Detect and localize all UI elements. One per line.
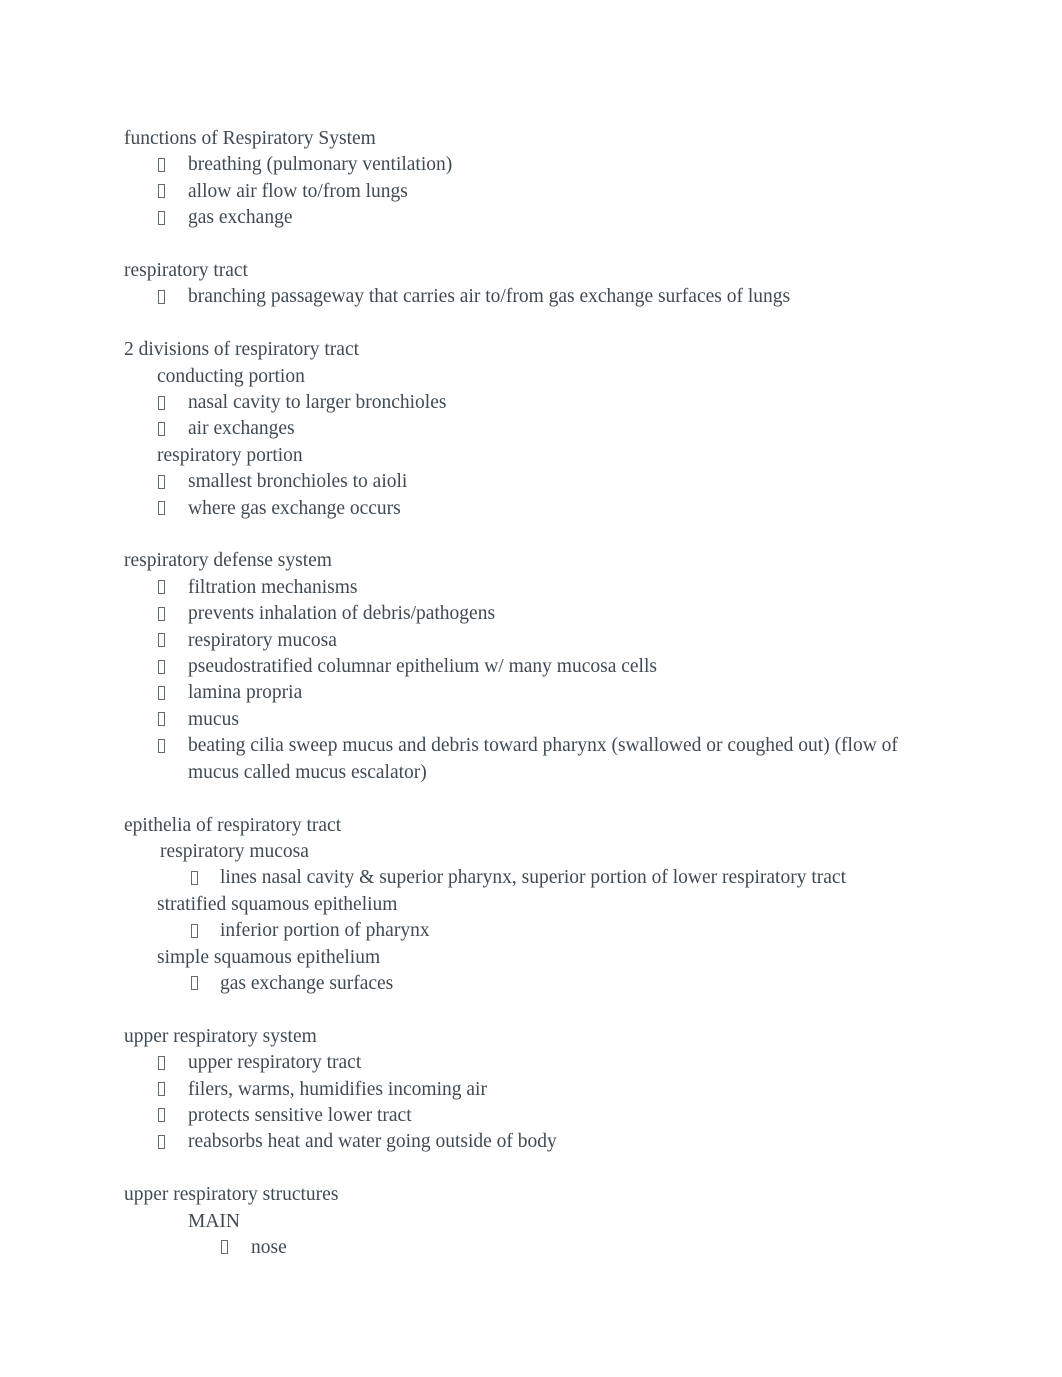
list-item: respiratory mucosa <box>124 628 940 654</box>
list-item-label: allow air flow to/from lungs <box>188 180 408 202</box>
list-item-label: protects sensitive lower tract <box>188 1104 412 1126</box>
tofu-bullet-icon <box>158 1108 165 1123</box>
tofu-bullet-icon <box>158 289 165 304</box>
list-item: beating cilia sweep mucus and debris tow… <box>124 733 940 786</box>
tofu-bullet-icon <box>158 633 165 648</box>
tofu-bullet-icon <box>221 1240 228 1255</box>
tofu-bullet-icon <box>158 395 165 410</box>
list-item-label: nose <box>251 1236 287 1258</box>
list-item: inferior portion of pharynx <box>124 918 940 944</box>
tofu-bullet-icon <box>158 210 165 225</box>
list-item-label: nasal cavity to larger bronchioles <box>188 392 447 414</box>
tofu-bullet-icon <box>191 870 198 885</box>
tofu-bullet-icon <box>158 606 165 621</box>
list-item-label: reabsorbs heat and water going outside o… <box>188 1131 557 1153</box>
subheading-stratified-squamous: stratified squamous epithelium <box>157 893 398 915</box>
tofu-bullet-icon <box>158 501 165 516</box>
list-item-label: branching passageway that carries air to… <box>188 286 791 308</box>
list-item: gas exchange surfaces <box>124 971 940 997</box>
section-heading-defense-system: respiratory defense system <box>124 550 332 572</box>
subheading-simple-squamous: simple squamous epithelium <box>157 946 381 968</box>
subheading-conducting-portion: conducting portion <box>157 365 305 387</box>
tofu-bullet-icon <box>158 685 165 700</box>
list-item: lines nasal cavity & superior pharynx, s… <box>124 865 940 891</box>
list-item-label: breathing (pulmonary ventilation) <box>188 154 453 176</box>
list-item-label: lamina propria <box>188 682 303 704</box>
list-item: where gas exchange occurs <box>124 496 940 522</box>
tofu-bullet-icon <box>158 474 165 489</box>
list-item: nasal cavity to larger bronchioles <box>124 390 940 416</box>
section-heading-two-divisions: 2 divisions of respiratory tract <box>124 339 360 361</box>
list-item: prevents inhalation of debris/pathogens <box>124 601 940 627</box>
tofu-bullet-icon <box>158 738 165 753</box>
list-item-label: where gas exchange occurs <box>188 497 401 519</box>
list-item-label: filers, warms, humidifies incoming air <box>188 1078 487 1100</box>
section-heading-functions: functions of Respiratory System <box>124 128 376 149</box>
tofu-bullet-icon <box>158 184 165 199</box>
list-item-label: pseudostratified columnar epithelium w/ … <box>188 656 657 678</box>
list-item: smallest bronchioles to aioli <box>124 469 940 495</box>
list-item-label: filtration mechanisms <box>188 576 358 598</box>
list-item: breathing (pulmonary ventilation) <box>124 152 940 178</box>
tofu-bullet-icon <box>158 1082 165 1097</box>
list-item-label: smallest bronchioles to aioli <box>188 471 408 493</box>
list-item: filers, warms, humidifies incoming air <box>124 1077 940 1103</box>
tofu-bullet-icon <box>158 1134 165 1149</box>
subheading-respiratory-mucosa: respiratory mucosa <box>160 840 309 862</box>
list-item: pseudostratified columnar epithelium w/ … <box>124 654 940 680</box>
document-page: functions of Respiratory System breathin… <box>0 0 1062 1377</box>
tofu-bullet-icon <box>158 157 165 172</box>
section-heading-respiratory-tract: respiratory tract <box>124 260 248 282</box>
list-item-label: gas exchange surfaces <box>220 972 394 994</box>
list-item-label: respiratory mucosa <box>188 629 337 651</box>
tofu-bullet-icon <box>191 976 198 991</box>
section-heading-epithelia: epithelia of respiratory tract <box>124 814 342 836</box>
tofu-bullet-icon <box>158 712 165 727</box>
list-item-label: prevents inhalation of debris/pathogens <box>188 603 496 625</box>
list-item: protects sensitive lower tract <box>124 1103 940 1129</box>
section-heading-upper-system: upper respiratory system <box>124 1025 317 1047</box>
subheading-respiratory-portion: respiratory portion <box>157 444 303 466</box>
list-item: upper respiratory tract <box>124 1050 940 1076</box>
list-item: air exchanges <box>124 416 940 442</box>
list-item: filtration mechanisms <box>124 575 940 601</box>
tofu-bullet-icon <box>158 421 165 436</box>
list-item: gas exchange <box>124 205 940 231</box>
list-item: mucus <box>124 707 940 733</box>
section-heading-upper-structures: upper respiratory structures <box>124 1184 339 1206</box>
tofu-bullet-icon <box>158 1055 165 1070</box>
tofu-bullet-icon <box>158 580 165 595</box>
tofu-bullet-icon <box>191 923 198 938</box>
list-item-label: inferior portion of pharynx <box>220 920 430 942</box>
list-item-label: air exchanges <box>188 418 295 440</box>
list-item: branching passageway that carries air to… <box>124 284 940 310</box>
list-item-label: upper respiratory tract <box>188 1052 362 1074</box>
tofu-bullet-icon <box>158 659 165 674</box>
list-item-label: beating cilia sweep mucus and debris tow… <box>188 735 898 783</box>
list-item-label: mucus <box>188 708 239 730</box>
list-item: allow air flow to/from lungs <box>124 179 940 205</box>
list-item-label: lines nasal cavity & superior pharynx, s… <box>220 867 846 889</box>
list-item: nose <box>124 1235 940 1261</box>
subheading-main: MAIN <box>188 1210 240 1232</box>
document-body: functions of Respiratory System breathin… <box>124 126 940 1261</box>
list-item: reabsorbs heat and water going outside o… <box>124 1129 940 1155</box>
list-item: lamina propria <box>124 680 940 706</box>
list-item-label: gas exchange <box>188 207 293 229</box>
